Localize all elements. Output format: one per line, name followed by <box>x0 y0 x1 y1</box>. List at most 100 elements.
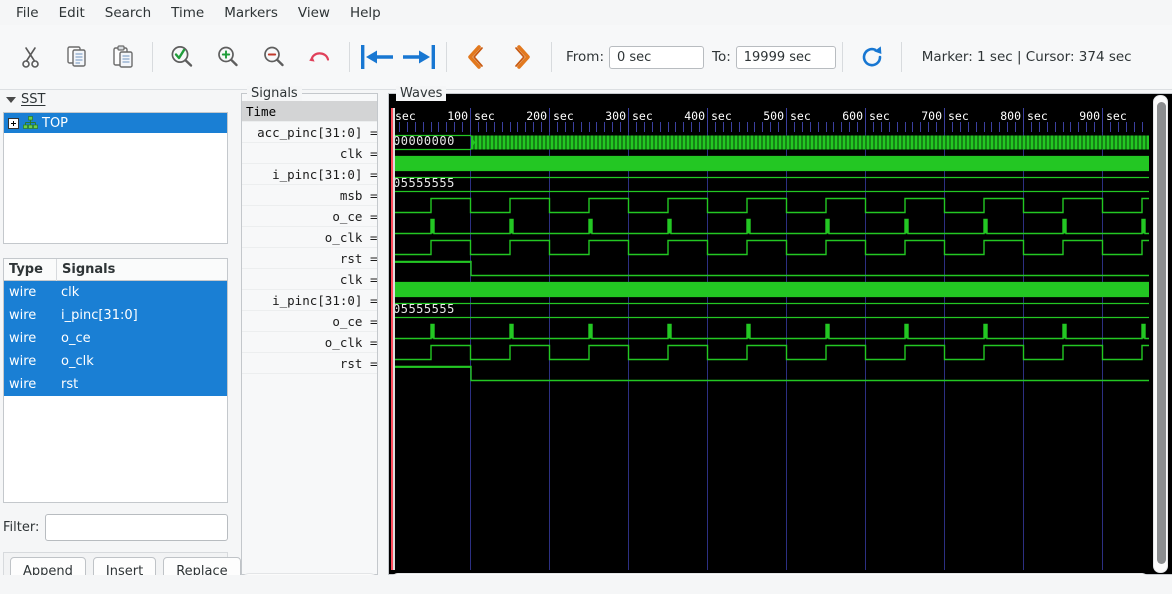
ruler-minor-tick <box>691 122 692 132</box>
zoom-out-button[interactable] <box>251 35 297 79</box>
ruler-minor-tick <box>502 122 503 132</box>
ruler-minor-tick <box>557 122 558 132</box>
copy-button[interactable] <box>54 35 100 79</box>
prev-edge-button[interactable] <box>453 35 499 79</box>
zoom-to-end-button[interactable] <box>398 35 440 79</box>
menu-item-file[interactable]: File <box>6 2 49 24</box>
waveform-row[interactable] <box>391 216 1149 237</box>
waveform-trace <box>391 323 1149 340</box>
ruler-minor-tick <box>778 122 779 132</box>
menu-item-markers[interactable]: Markers <box>214 2 288 24</box>
from-input[interactable]: 0 sec <box>609 45 704 69</box>
signal-name-row[interactable]: i_pinc[31:0] =0 <box>242 164 377 185</box>
signal-table-row[interactable]: wire rst <box>4 373 227 396</box>
ruler-tick-unit: sec <box>1106 109 1127 123</box>
waveform-row[interactable]: 05555555 <box>391 300 1149 321</box>
waveform-row[interactable] <box>391 363 1149 384</box>
signal-name-row[interactable]: o_ce =0 <box>242 311 377 332</box>
ruler-minor-tick <box>912 122 913 132</box>
ruler-minor-tick <box>415 122 416 132</box>
ruler-tick-value: 300 <box>605 109 626 123</box>
wave-canvas[interactable]: 0sec100sec200sec300sec400sec500sec600sec… <box>391 108 1149 570</box>
menu-item-search[interactable]: Search <box>95 2 161 24</box>
signal-name-row[interactable]: rst =1 <box>242 248 377 269</box>
prev-edge-icon <box>468 45 483 69</box>
next-edge-button[interactable] <box>499 35 545 79</box>
waveform-row[interactable] <box>391 342 1149 363</box>
toolbar-separator-1 <box>152 42 153 72</box>
waveform-row[interactable]: 05555555 <box>391 174 1149 195</box>
zoom-fit-button[interactable] <box>159 35 205 79</box>
zoom-undo-button[interactable] <box>297 35 343 79</box>
waveform-row[interactable]: 00000000 <box>391 132 1149 153</box>
signal-table-row[interactable]: wire o_clk <box>4 350 227 373</box>
cut-icon <box>22 47 39 68</box>
ruler-tick-value: 700 <box>921 109 942 123</box>
waveform-row[interactable] <box>391 321 1149 342</box>
ruler-minor-tick <box>486 122 487 132</box>
waveform-row[interactable] <box>391 258 1149 279</box>
signal-name-row[interactable]: msb =0 <box>242 185 377 206</box>
signal-name-row[interactable]: clk =0 <box>242 143 377 164</box>
signal-name-row[interactable]: o_clk =0 <box>242 332 377 353</box>
ruler-minor-tick <box>644 122 645 132</box>
ruler-tick-value: 600 <box>842 109 863 123</box>
signal-name-row[interactable]: i_pinc[31:0] =0 <box>242 290 377 311</box>
signal-name-row[interactable]: o_clk =0 <box>242 227 377 248</box>
ruler-tick-value: 500 <box>763 109 784 123</box>
menu-item-view[interactable]: View <box>288 2 340 24</box>
waveform-rows[interactable]: 00000000 05555555 05555555 <box>391 132 1149 570</box>
sst-tree[interactable]: TOP <box>3 112 228 244</box>
time-row-label[interactable]: Time <box>242 101 377 122</box>
time-ruler[interactable]: 0sec100sec200sec300sec400sec500sec600sec… <box>391 108 1149 132</box>
signal-rows: wire clk wire i_pinc[31:0] wire o_ce wire o_clk… <box>4 281 227 396</box>
ruler-minor-tick <box>494 122 495 132</box>
waveform-row[interactable] <box>391 237 1149 258</box>
signal-names-list[interactable]: Time acc_pinc[31:0] =0 clk =0 i_pinc[31:0] … <box>242 101 377 561</box>
zoom-in-button[interactable] <box>205 35 251 79</box>
bus-value-label: 00000000 <box>393 134 455 148</box>
menu-item-time[interactable]: Time <box>161 2 214 24</box>
signal-table-row[interactable]: wire clk <box>4 281 227 304</box>
signal-name-row[interactable]: clk =0 <box>242 269 377 290</box>
ruler-minor-tick <box>407 122 408 132</box>
ruler-minor-tick <box>928 122 929 132</box>
signal-name-row[interactable]: rst =1 <box>242 353 377 374</box>
filter-input[interactable] <box>45 513 229 541</box>
menu-item-help[interactable]: Help <box>340 2 391 24</box>
waveform-trace <box>391 239 1149 256</box>
ruler-minor-tick <box>675 122 676 132</box>
signal-type: wire <box>9 308 37 323</box>
signal-type: wire <box>9 377 37 392</box>
to-input[interactable]: 19999 sec <box>735 45 836 69</box>
signal-table-row[interactable]: wire o_ce <box>4 327 227 350</box>
waves-vscroll-thumb[interactable] <box>1157 102 1166 564</box>
waveform-row[interactable] <box>391 153 1149 174</box>
waveform-row[interactable] <box>391 279 1149 300</box>
menu-item-edit[interactable]: Edit <box>49 2 95 24</box>
expand-icon[interactable] <box>8 117 19 129</box>
waves-vscrollbar[interactable] <box>1153 95 1168 573</box>
ruler-minor-tick <box>1086 122 1087 132</box>
menu-bar: File Edit Search Time Markers View Help <box>0 0 1172 25</box>
waveform-row[interactable] <box>391 195 1149 216</box>
signal-name-row[interactable]: o_ce =0 <box>242 206 377 227</box>
signal-list-table[interactable]: Type Signals wire clk wire i_pinc[31:0] wire… <box>3 258 228 503</box>
waveform-trace <box>391 260 1149 277</box>
sst-node-top[interactable]: TOP <box>4 113 227 133</box>
ruler-minor-tick <box>683 122 684 132</box>
sst-section-label[interactable]: SST <box>6 92 45 107</box>
signal-table-header: Type Signals <box>4 259 227 281</box>
zoom-to-start-button[interactable] <box>356 35 398 79</box>
sst-node-label: TOP <box>42 115 69 131</box>
cut-button[interactable] <box>8 35 54 79</box>
signal-name-row[interactable]: acc_pinc[31:0] =0 <box>242 122 377 143</box>
paste-button[interactable] <box>100 35 146 79</box>
reload-button[interactable] <box>849 35 895 79</box>
reload-icon <box>862 46 882 67</box>
ruler-minor-tick <box>1094 122 1095 132</box>
ruler-minor-tick <box>849 122 850 132</box>
signal-table-row[interactable]: wire i_pinc[31:0] <box>4 304 227 327</box>
chevron-down-icon <box>6 96 16 103</box>
signal-name-text: o_clk =0 <box>324 335 377 350</box>
